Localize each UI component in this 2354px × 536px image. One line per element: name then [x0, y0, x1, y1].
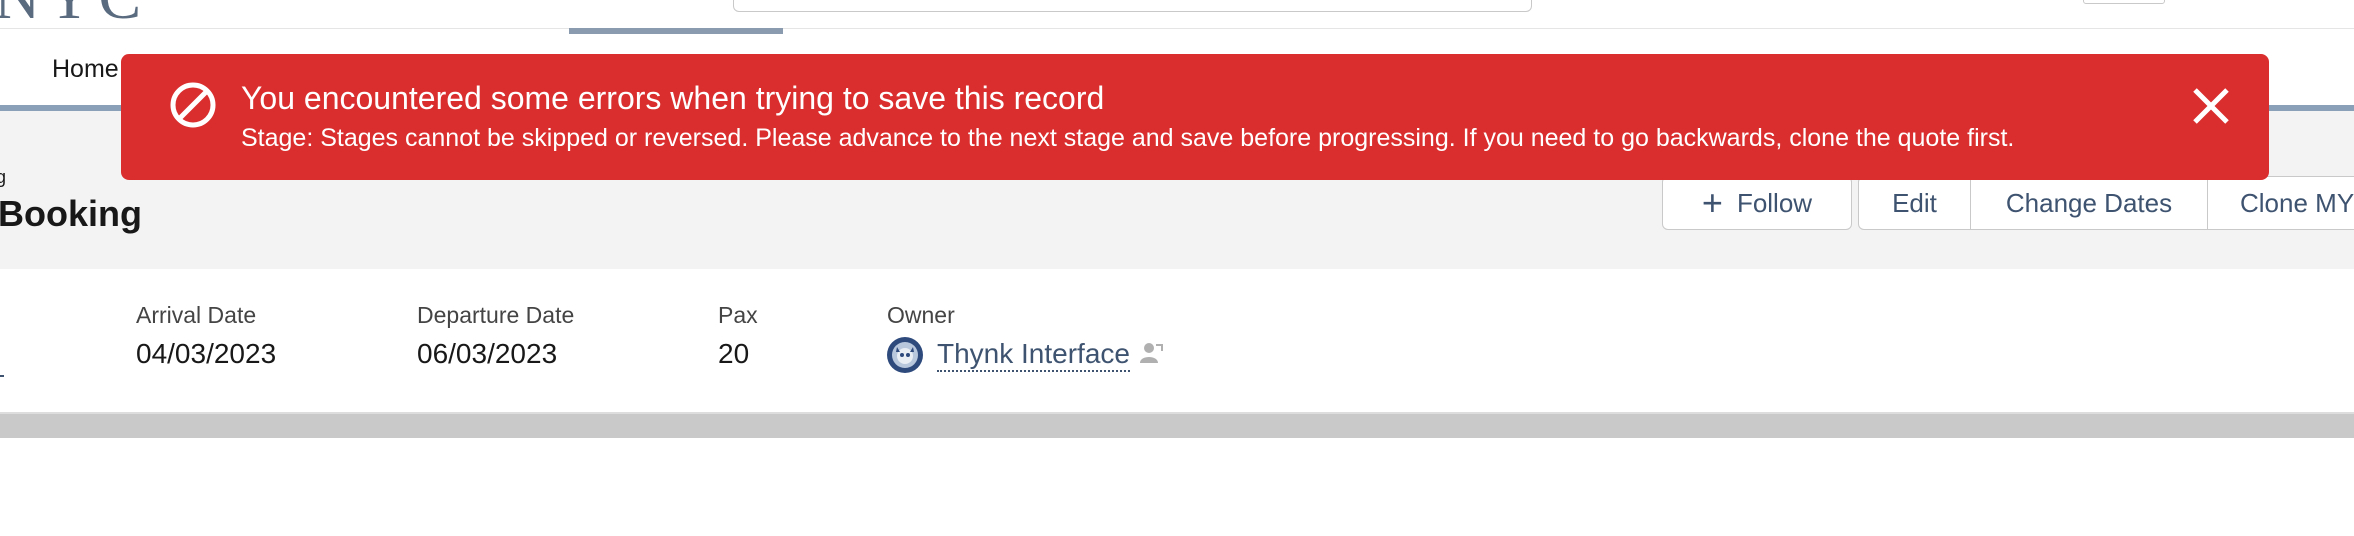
- clone-button[interactable]: Clone MY: [2208, 176, 2354, 230]
- global-search-input[interactable]: [733, 0, 1532, 12]
- global-header: NYC: [0, 0, 2354, 32]
- error-toast: You encountered some errors when trying …: [121, 54, 2269, 180]
- departure-date-field: Departure Date 06/03/2023: [417, 302, 574, 370]
- pax-field: Pax 20: [718, 302, 758, 370]
- nav-item-home[interactable]: Home: [52, 55, 119, 84]
- change-owner-icon[interactable]: [1138, 339, 1164, 372]
- arrival-date-field: Arrival Date 04/03/2023: [136, 302, 276, 370]
- field-label: Pax: [718, 302, 758, 328]
- content-band: [0, 414, 2354, 438]
- toast-message: Stage: Stages cannot be skipped or rever…: [241, 124, 2015, 152]
- action-button-group: Edit Change Dates Clone MY: [1858, 176, 2354, 232]
- field-label: Owner: [887, 302, 955, 328]
- close-icon[interactable]: [2191, 86, 2231, 126]
- highlights-panel: Arrival Date 04/03/2023 Departure Date 0…: [0, 269, 2354, 414]
- user-avatar-icon: [892, 342, 918, 368]
- plus-icon: +: [1701, 182, 1723, 223]
- record-title: Booking: [0, 193, 142, 234]
- edit-button[interactable]: Edit: [1858, 176, 1971, 230]
- header-utility-button[interactable]: [2083, 0, 2165, 4]
- field-label: Arrival Date: [136, 302, 257, 328]
- active-tab-indicator: [569, 28, 783, 34]
- follow-button[interactable]: + Follow: [1662, 176, 1852, 230]
- owner-row: Thynk Interface: [887, 337, 1164, 373]
- truncated-link[interactable]: [0, 345, 4, 377]
- toast-title: You encountered some errors when trying …: [241, 80, 1105, 116]
- field-label: Departure Date: [417, 302, 575, 328]
- change-dates-button[interactable]: Change Dates: [1971, 176, 2208, 230]
- field-value: 20: [718, 338, 750, 369]
- field-value: 06/03/2023: [417, 338, 558, 369]
- record-type-label: g: [0, 167, 7, 187]
- error-ban-icon: [169, 81, 217, 134]
- field-value: 04/03/2023: [136, 338, 277, 369]
- owner-link[interactable]: Thynk Interface: [937, 338, 1130, 372]
- owner-avatar[interactable]: [887, 337, 923, 373]
- owner-field: Owner Thynk Interface: [887, 302, 1164, 373]
- follow-button-label: Follow: [1736, 187, 1813, 218]
- record-actions: + Follow Edit Change Dates Clone MY: [1662, 176, 2354, 232]
